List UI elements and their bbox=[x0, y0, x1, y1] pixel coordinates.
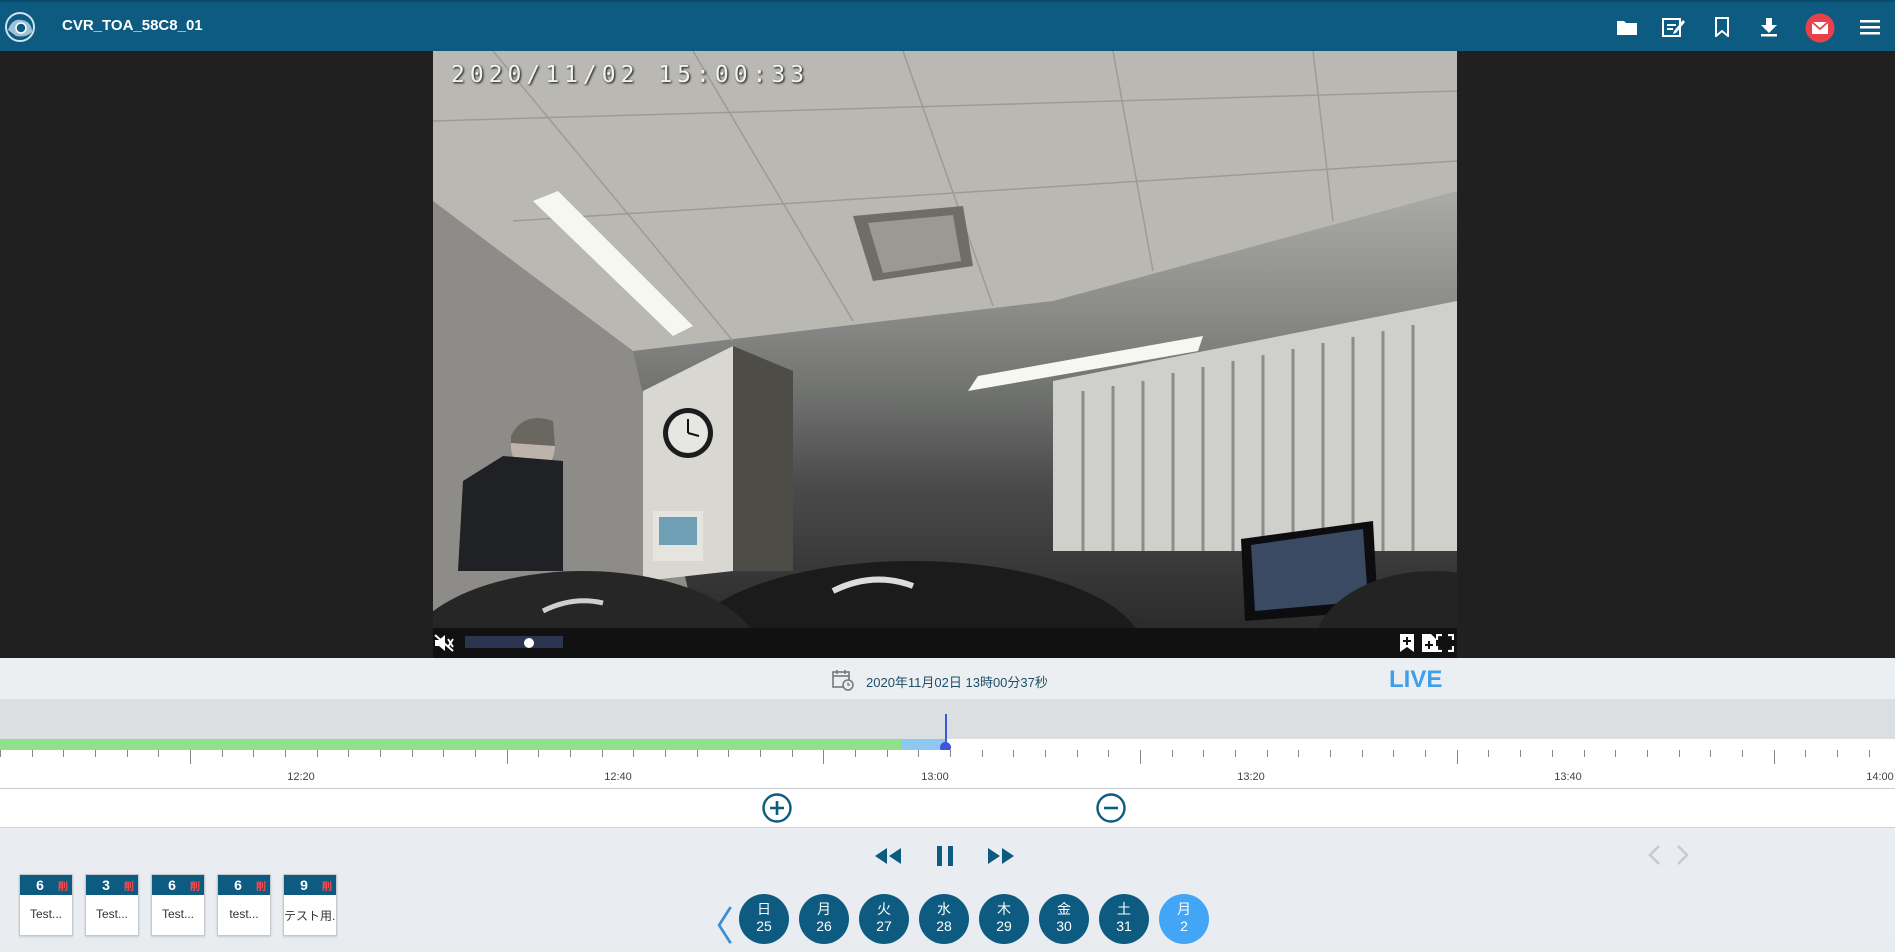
bookmark-label: Test... bbox=[95, 907, 128, 921]
bookmark-card[interactable]: 6削 test... bbox=[217, 874, 271, 936]
day-weekday: 金 bbox=[1057, 901, 1071, 917]
bookmark-count: 3 bbox=[102, 877, 110, 893]
bookmark-delete[interactable]: 削 bbox=[124, 878, 134, 893]
day-date: 27 bbox=[876, 918, 892, 934]
tick-label: 12:20 bbox=[287, 771, 315, 783]
calendar-day[interactable]: 木 29 bbox=[979, 894, 1029, 944]
calendar-day[interactable]: 金 30 bbox=[1039, 894, 1089, 944]
video-timestamp-overlay: 2020/11/02 15:00:33 bbox=[451, 62, 810, 88]
rewind-icon[interactable] bbox=[871, 840, 905, 872]
fullscreen-icon[interactable] bbox=[1434, 632, 1456, 654]
live-button[interactable]: LIVE bbox=[1389, 666, 1442, 694]
bookmark-card[interactable]: 3削 Test... bbox=[85, 874, 139, 936]
day-weekday: 日 bbox=[757, 901, 771, 917]
bookmark-card[interactable]: 9削 テスト用... bbox=[283, 874, 337, 936]
bookmark-prev-icon[interactable] bbox=[1647, 844, 1661, 872]
tick-label: 13:00 bbox=[921, 771, 949, 783]
bookmark-count: 6 bbox=[36, 877, 44, 893]
logo-icon bbox=[5, 12, 35, 42]
calendar-day-selected[interactable]: 月2 bbox=[1159, 894, 1209, 944]
bookmark-delete[interactable]: 削 bbox=[322, 878, 332, 893]
day-weekday: 土 bbox=[1117, 901, 1131, 917]
day-date: 30 bbox=[1056, 918, 1072, 934]
day-weekday: 水 bbox=[937, 901, 951, 917]
video-control-bar bbox=[433, 628, 1457, 658]
video-player[interactable]: 2020/11/02 15:00:33 bbox=[433, 51, 1457, 628]
calendar-day[interactable]: 水 28 bbox=[919, 894, 969, 944]
timeline-ruler[interactable] bbox=[0, 750, 1895, 789]
tick-label: 14:00 bbox=[1866, 771, 1894, 783]
tick-label: 13:20 bbox=[1237, 771, 1265, 783]
tick-label: 13:40 bbox=[1554, 771, 1582, 783]
bookmark-icon[interactable] bbox=[1709, 14, 1735, 40]
day-date: 31 bbox=[1116, 918, 1132, 934]
bookmark-card[interactable]: 6削 Test... bbox=[151, 874, 205, 936]
calendar-day[interactable]: 月 26 bbox=[799, 894, 849, 944]
day-date: 2 bbox=[1180, 918, 1188, 934]
bookmark-label: Test... bbox=[161, 907, 194, 921]
current-playback-datetime[interactable]: 2020年11月02日 13時00分37秒 bbox=[866, 672, 1048, 691]
day-weekday: 木 bbox=[997, 901, 1011, 917]
calendar-day[interactable]: 火 27 bbox=[859, 894, 909, 944]
menu-icon[interactable] bbox=[1857, 14, 1883, 40]
day-weekday: 月 bbox=[817, 901, 831, 917]
bookmark-delete[interactable]: 削 bbox=[58, 878, 68, 893]
bookmark-count: 6 bbox=[234, 877, 242, 893]
timeline-zoom-row bbox=[0, 789, 1895, 828]
calendar-day[interactable]: 日 25 bbox=[739, 894, 789, 944]
day-date: 25 bbox=[756, 918, 772, 934]
timeline-area[interactable] bbox=[0, 699, 1895, 739]
bookmark-delete[interactable]: 削 bbox=[190, 878, 200, 893]
add-bookmark-icon[interactable] bbox=[1396, 632, 1418, 654]
bookmark-count: 9 bbox=[300, 877, 308, 893]
playback-date-row: 2020年11月02日 13時00分37秒 LIVE bbox=[0, 658, 1895, 700]
bookmark-label: Test... bbox=[29, 907, 62, 921]
bookmark-count: 6 bbox=[168, 877, 176, 893]
bookmark-label: テスト用... bbox=[284, 909, 336, 923]
previous-week-button[interactable]: 〈 bbox=[694, 894, 734, 952]
bookmark-delete[interactable]: 削 bbox=[256, 878, 266, 893]
volume-knob[interactable] bbox=[524, 638, 534, 648]
ruler-ticks bbox=[0, 750, 1870, 764]
bookmark-card[interactable]: 6削 Test... bbox=[19, 874, 73, 936]
bookmark-next-icon[interactable] bbox=[1676, 844, 1690, 872]
folder-icon[interactable] bbox=[1614, 14, 1640, 40]
future-segment bbox=[946, 739, 1895, 750]
download-icon[interactable] bbox=[1756, 14, 1782, 40]
mail-icon[interactable] bbox=[1805, 13, 1835, 43]
day-date: 29 bbox=[996, 918, 1012, 934]
pause-icon[interactable] bbox=[928, 840, 962, 872]
app-header: CVR_TOA_58C8_01 bbox=[0, 0, 1895, 51]
day-weekday: 火 bbox=[877, 901, 891, 917]
playback-controls: 6削 Test... 3削 Test... 6削 Test... 6削 test… bbox=[0, 828, 1895, 950]
calendar-day[interactable]: 土 31 bbox=[1099, 894, 1149, 944]
edit-icon[interactable] bbox=[1661, 14, 1687, 40]
day-weekday: 月 bbox=[1177, 901, 1191, 917]
mute-icon[interactable] bbox=[433, 632, 455, 654]
calendar-clock-icon[interactable] bbox=[832, 669, 854, 691]
tick-label: 12:40 bbox=[604, 771, 632, 783]
zoom-out-icon[interactable] bbox=[1096, 793, 1126, 823]
fast-forward-icon[interactable] bbox=[984, 840, 1018, 872]
day-date: 26 bbox=[816, 918, 832, 934]
day-date: 28 bbox=[936, 918, 952, 934]
volume-slider[interactable] bbox=[465, 636, 563, 648]
camera-name: CVR_TOA_58C8_01 bbox=[62, 17, 203, 34]
zoom-in-icon[interactable] bbox=[762, 793, 792, 823]
recorded-segment[interactable] bbox=[0, 739, 901, 750]
bookmark-label: test... bbox=[229, 907, 259, 921]
camera-scene bbox=[433, 51, 1457, 628]
